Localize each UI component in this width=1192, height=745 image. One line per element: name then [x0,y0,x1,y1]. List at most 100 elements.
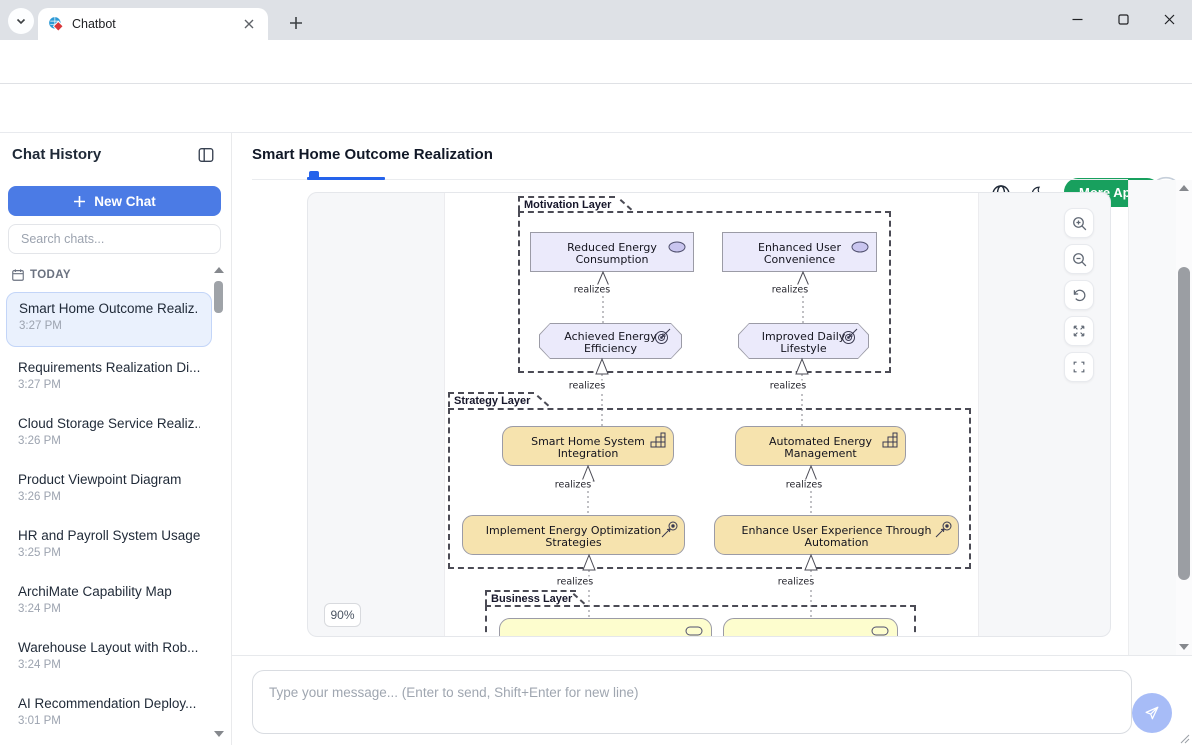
browser-toolbar: ai-toolbox.visual-paradigm.com/app/chatb… [0,40,1192,84]
business-service-icon [685,626,703,636]
active-tab-indicator[interactable] [307,177,385,180]
capability-node: Smart Home System Integration [502,426,674,466]
window-minimize-button[interactable] [1054,0,1100,38]
minimize-icon [1072,14,1083,25]
group-label-strategy: Strategy Layer [448,392,534,407]
goal-oval-icon [851,241,869,253]
send-plane-icon [1143,704,1161,722]
chat-item-time: 3:27 PM [18,379,200,391]
reset-rotate-icon [1071,287,1088,304]
capability-grid-icon [650,432,666,448]
send-button[interactable] [1132,693,1172,733]
section-header-today: TODAY [30,269,71,281]
scroll-down-icon[interactable] [1179,644,1189,650]
goal-node: Enhanced User Convenience [722,232,877,272]
plus-icon [289,16,303,30]
window-close-button[interactable] [1146,0,1192,38]
goal-node: Reduced Energy Consumption [530,232,694,272]
capability-grid-icon [882,432,898,448]
site-favicon [48,16,64,32]
zoom-level-badge: 90% [324,603,361,627]
zoom-out-button[interactable] [1064,244,1094,274]
realizes-label: realizes [555,577,595,588]
browser-tab[interactable]: Chatbot [38,8,268,40]
outcome-node: Improved Daily Lifestyle [738,323,869,359]
business-node [499,618,712,637]
chat-item-time: 3:01 PM [18,715,200,727]
chat-item-title: Warehouse Layout with Rob... [18,640,200,655]
chat-item-time: 3:25 PM [18,547,200,559]
sidebar-title: Chat History [12,146,101,163]
business-service-icon [871,626,889,636]
reset-view-button[interactable] [1064,280,1094,310]
new-chat-button[interactable]: New Chat [8,186,221,216]
window-controls [1054,0,1192,40]
chat-item-4[interactable]: HR and Payroll System Usage 3:25 PM [6,520,212,575]
realizes-label: realizes [776,577,816,588]
plus-icon [73,195,86,208]
new-tab-button[interactable] [283,10,309,36]
chat-item-time: 3:27 PM [19,320,199,332]
zoom-out-icon [1071,251,1088,268]
chat-item-title: Product Viewpoint Diagram [18,472,200,487]
close-icon [1164,14,1175,25]
chat-item-title: HR and Payroll System Usage [18,528,200,543]
messages-right-gutter [1128,180,1176,655]
fullscreen-brackets-icon [1071,359,1087,375]
goal-oval-icon [668,241,686,253]
maximize-icon [1118,14,1129,25]
tab-title: Chatbot [72,17,240,31]
chevron-down-icon [15,15,27,27]
browser-tab-strip: Chatbot [0,0,1192,40]
chat-item-6[interactable]: Warehouse Layout with Rob... 3:24 PM [6,632,212,687]
realizes-label: realizes [572,285,612,296]
group-label-motivation: Motivation Layer [518,196,615,211]
chat-item-2[interactable]: Cloud Storage Service Realiz... 3:26 PM [6,408,212,463]
messages-scrollbar-thumb[interactable] [1178,267,1190,580]
panel-collapse-icon [197,146,215,164]
realizes-label: realizes [567,381,607,392]
close-icon [244,19,254,29]
chat-item-title: AI Recommendation Deploy... [18,696,200,711]
chat-item-3[interactable]: Product Viewpoint Diagram 3:26 PM [6,464,212,519]
fullscreen-button[interactable] [1064,352,1094,382]
calendar-icon [11,268,25,282]
sidebar-scroll-down-icon[interactable] [214,731,224,737]
fit-to-screen-button[interactable] [1064,316,1094,346]
chat-item-title: ArchiMate Capability Map [18,584,200,599]
chat-item-time: 3:26 PM [18,435,200,447]
sidebar-scrollbar-thumb[interactable] [214,281,223,313]
tab-close-button[interactable] [240,15,258,33]
capability-node: Automated Energy Management [735,426,906,466]
window-maximize-button[interactable] [1100,0,1146,38]
chat-item-time: 3:24 PM [18,659,200,671]
message-input[interactable] [252,670,1132,734]
realizes-label: realizes [784,480,824,491]
outcome-bullseye-icon [654,328,671,345]
arrow-target-icon [661,521,678,538]
zoom-in-button[interactable] [1064,208,1094,238]
resize-grip-icon[interactable] [1180,734,1190,744]
realizes-label: realizes [553,480,593,491]
group-label-business: Business Layer [485,590,576,605]
chat-item-0[interactable]: Smart Home Outcome Realiz... 3:27 PM [6,292,212,347]
realizes-label: realizes [770,285,810,296]
chat-item-title: Smart Home Outcome Realiz... [19,301,199,316]
tab-search-chevron-button[interactable] [8,8,34,34]
scroll-up-icon[interactable] [1179,185,1189,191]
sidebar-scroll-up-icon[interactable] [214,267,224,273]
search-input[interactable] [8,224,221,254]
realizes-label: realizes [768,381,808,392]
chat-item-title: Cloud Storage Service Realiz... [18,416,200,431]
chat-item-5[interactable]: ArchiMate Capability Map 3:24 PM [6,576,212,631]
collapse-sidebar-button[interactable] [197,146,215,164]
course-of-action-node: Implement Energy Optimization Strategies [462,515,685,555]
diagram-viewer-card: Motivation Layer Strategy Layer Business… [307,192,1111,637]
chat-item-7[interactable]: AI Recommendation Deploy... 3:01 PM [6,688,212,743]
chat-item-time: 3:24 PM [18,603,200,615]
chat-item-title: Requirements Realization Di... [18,360,200,375]
business-node [723,618,898,637]
chat-item-1[interactable]: Requirements Realization Di... 3:27 PM [6,352,212,407]
zoom-in-icon [1071,215,1088,232]
outcome-node: Achieved Energy Efficiency [539,323,682,359]
